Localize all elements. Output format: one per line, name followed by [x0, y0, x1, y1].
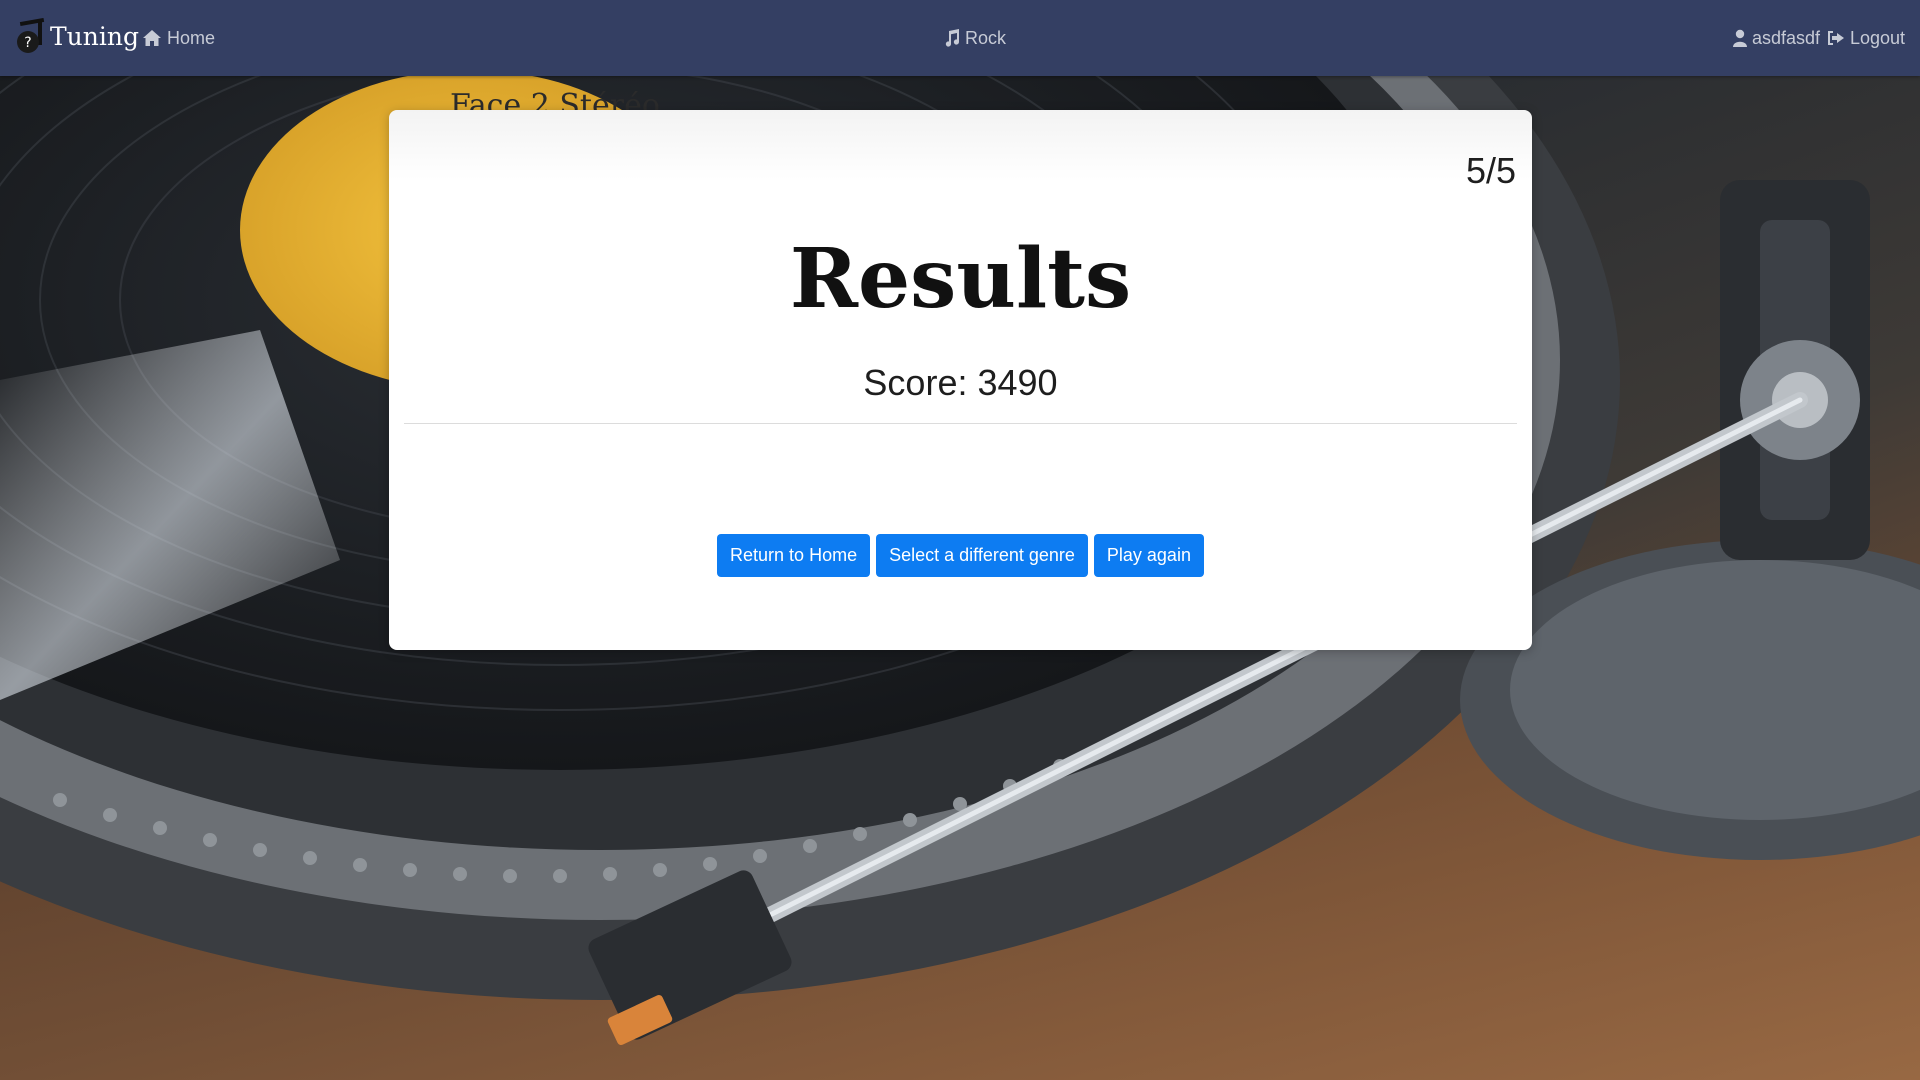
music-icon — [945, 29, 960, 47]
nav-username: asdfasdf — [1752, 27, 1821, 48]
music-note-logo-icon: ? — [17, 18, 45, 53]
home-icon — [143, 30, 161, 46]
brand-name: Tuning — [50, 21, 139, 51]
question-progress: 5/5 — [1465, 150, 1516, 191]
user-icon — [1733, 29, 1747, 47]
nav-logout-label: Logout — [1850, 27, 1906, 48]
nav-genre-link[interactable]: Rock — [944, 0, 1006, 76]
score-label: Score: — [863, 362, 968, 403]
nav-genre-label: Rock — [965, 27, 1007, 48]
navbar: ? Tuning Home Rock asdfasdf Logout — [0, 0, 1920, 76]
score-value: 3490 — [977, 362, 1058, 403]
nav-home-link[interactable]: Home — [142, 0, 215, 76]
results-card: 5/5 Results Score: 3490 Return to Home S… — [389, 110, 1532, 650]
nav-user-link[interactable]: asdfasdf — [1733, 0, 1820, 76]
score-display: Score: 3490 — [389, 362, 1532, 404]
return-home-button[interactable]: Return to Home — [717, 534, 871, 577]
play-again-button[interactable]: Play again — [1093, 534, 1204, 577]
divider — [404, 423, 1517, 424]
page-title: Results — [789, 231, 1132, 327]
brand-link[interactable]: ? Tuning — [14, 14, 139, 58]
nav-logout-link[interactable]: Logout — [1827, 0, 1905, 76]
nav-home-label: Home — [167, 27, 216, 48]
action-buttons: Return to Home Select a different genre … — [389, 534, 1532, 577]
svg-text:?: ? — [24, 35, 31, 51]
sign-out-icon — [1828, 31, 1844, 45]
select-genre-button[interactable]: Select a different genre — [876, 534, 1088, 577]
